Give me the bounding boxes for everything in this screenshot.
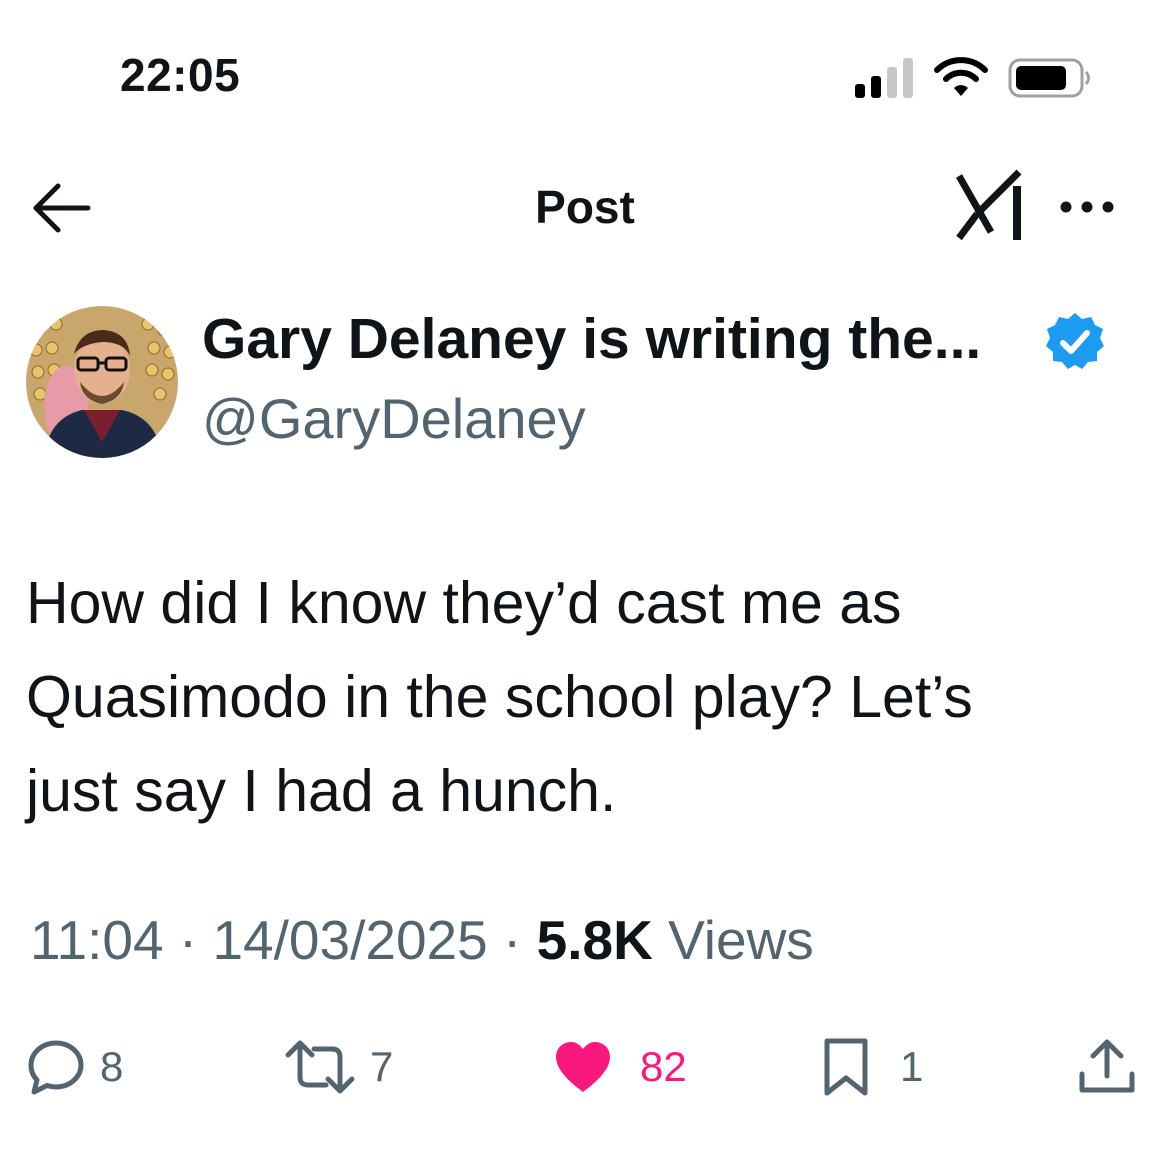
status-time: 22:05 xyxy=(120,49,241,101)
grok-icon[interactable] xyxy=(955,168,1027,244)
reply-icon xyxy=(28,1040,84,1095)
cellular-signal-icon xyxy=(855,58,913,98)
heart-icon xyxy=(556,1042,610,1092)
handle[interactable]: @GaryDelaney xyxy=(202,386,586,451)
reply-button[interactable]: 8 xyxy=(26,1032,123,1102)
repost-button[interactable]: 7 xyxy=(284,1032,393,1102)
views-count[interactable]: 5.8K xyxy=(537,909,653,971)
meta-separator: · xyxy=(503,909,522,971)
post-text-line: How did I know they’d cast me as xyxy=(26,570,902,636)
post-date[interactable]: 14/03/2025 xyxy=(212,909,487,971)
post-time[interactable]: 11:04 xyxy=(30,909,164,971)
avatar-image xyxy=(26,306,178,458)
battery-icon xyxy=(1008,58,1090,98)
views-label: Views xyxy=(668,909,814,971)
reply-count: 8 xyxy=(100,1043,124,1090)
verified-badge-icon xyxy=(1046,313,1104,369)
post-text-line: Quasimodo in the school play? Let’s xyxy=(26,664,973,730)
post-text-line: just say I had a hunch. xyxy=(26,758,617,824)
repost-count: 7 xyxy=(370,1043,394,1090)
repost-icon xyxy=(285,1040,355,1094)
post-text: How did I know they’d cast me as Quasimo… xyxy=(26,556,1146,838)
wifi-icon xyxy=(934,57,988,96)
post-meta: 11:04 · 14/03/2025 · 5.8K Views xyxy=(30,908,814,972)
meta-separator: · xyxy=(178,909,198,971)
bookmark-icon xyxy=(824,1038,868,1096)
share-button[interactable] xyxy=(1076,1032,1138,1102)
display-name[interactable]: Gary Delaney is writing the... xyxy=(202,306,981,372)
share-icon xyxy=(1079,1039,1135,1093)
bookmark-button[interactable]: 1 xyxy=(822,1032,923,1102)
avatar[interactable] xyxy=(26,306,178,458)
like-count: 82 xyxy=(640,1043,687,1090)
like-button[interactable]: 82 xyxy=(554,1032,687,1102)
more-horizontal-icon[interactable] xyxy=(1058,192,1116,222)
bookmark-count: 1 xyxy=(900,1043,924,1090)
